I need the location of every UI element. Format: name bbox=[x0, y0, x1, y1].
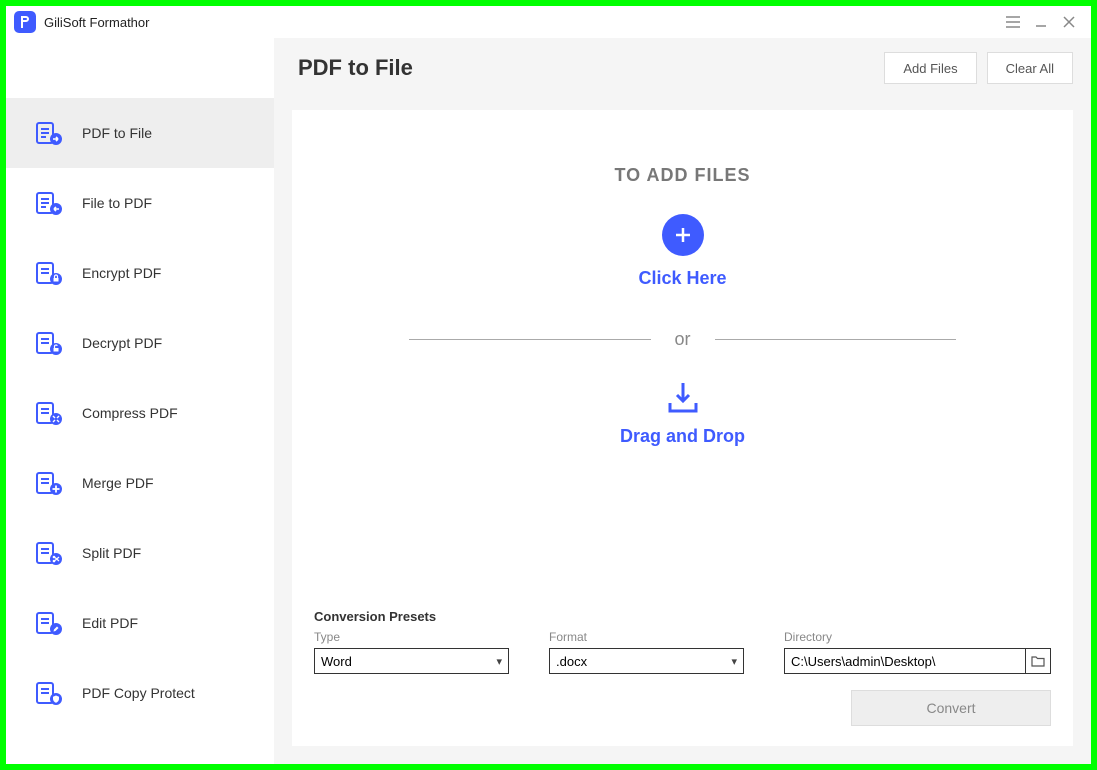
chevron-down-icon: ▾ bbox=[731, 655, 737, 668]
divider-line bbox=[409, 339, 650, 340]
presets-row: Type Word ▾ Format .docx ▾ bbox=[314, 630, 1051, 674]
sidebar-item-label: Compress PDF bbox=[82, 405, 178, 421]
main-header: PDF to File Add Files Clear All bbox=[274, 38, 1091, 98]
menu-icon[interactable] bbox=[999, 8, 1027, 36]
app-body: PDF to File File to PDF bbox=[6, 38, 1091, 764]
sidebar-item-pdf-to-file[interactable]: PDF to File bbox=[6, 98, 274, 168]
encrypt-icon bbox=[36, 259, 64, 287]
content-area: TO ADD FILES Click Here or bbox=[292, 110, 1073, 746]
sidebar-item-split-pdf[interactable]: Split PDF bbox=[6, 518, 274, 588]
directory-column: Directory bbox=[784, 630, 1051, 674]
pdf-to-file-icon bbox=[36, 119, 64, 147]
split-icon bbox=[36, 539, 64, 567]
page-title: PDF to File bbox=[298, 55, 874, 81]
browse-folder-button[interactable] bbox=[1025, 648, 1051, 674]
convert-button[interactable]: Convert bbox=[851, 690, 1051, 726]
edit-icon bbox=[36, 609, 64, 637]
main-panel: PDF to File Add Files Clear All TO ADD F… bbox=[274, 38, 1091, 764]
type-label: Type bbox=[314, 630, 509, 644]
close-icon[interactable] bbox=[1055, 8, 1083, 36]
clear-all-button[interactable]: Clear All bbox=[987, 52, 1073, 84]
decrypt-icon bbox=[36, 329, 64, 357]
divider-line bbox=[715, 339, 956, 340]
format-select[interactable]: .docx ▾ bbox=[549, 648, 744, 674]
drag-drop-label: Drag and Drop bbox=[620, 426, 745, 447]
sidebar-item-merge-pdf[interactable]: Merge PDF bbox=[6, 448, 274, 518]
format-value: .docx bbox=[556, 654, 587, 669]
sidebar-item-label: Edit PDF bbox=[82, 615, 138, 631]
drop-zone[interactable]: TO ADD FILES Click Here or bbox=[292, 110, 1073, 595]
add-files-plus-icon[interactable] bbox=[662, 214, 704, 256]
add-files-button[interactable]: Add Files bbox=[884, 52, 976, 84]
sidebar-item-label: Merge PDF bbox=[82, 475, 154, 491]
sidebar-item-label: File to PDF bbox=[82, 195, 152, 211]
sidebar-item-label: Split PDF bbox=[82, 545, 141, 561]
sidebar-item-label: Decrypt PDF bbox=[82, 335, 162, 351]
directory-input[interactable] bbox=[784, 648, 1025, 674]
title-bar: GiliSoft Formathor bbox=[6, 6, 1091, 38]
type-column: Type Word ▾ bbox=[314, 630, 509, 674]
format-label: Format bbox=[549, 630, 744, 644]
type-select[interactable]: Word ▾ bbox=[314, 648, 509, 674]
sidebar-item-file-to-pdf[interactable]: File to PDF bbox=[6, 168, 274, 238]
presets-title: Conversion Presets bbox=[314, 609, 1051, 624]
or-text: or bbox=[675, 329, 691, 350]
drop-title: TO ADD FILES bbox=[614, 165, 750, 186]
sidebar-item-label: PDF Copy Protect bbox=[82, 685, 195, 701]
sidebar-item-edit-pdf[interactable]: Edit PDF bbox=[6, 588, 274, 658]
sidebar-item-label: PDF to File bbox=[82, 125, 152, 141]
merge-icon bbox=[36, 469, 64, 497]
sidebar: PDF to File File to PDF bbox=[6, 38, 274, 764]
sidebar-item-encrypt-pdf[interactable]: Encrypt PDF bbox=[6, 238, 274, 308]
minimize-icon[interactable] bbox=[1027, 8, 1055, 36]
app-logo-icon bbox=[14, 11, 36, 33]
protect-icon bbox=[36, 679, 64, 707]
convert-row: Convert bbox=[314, 690, 1051, 726]
conversion-presets: Conversion Presets Type Word ▾ Format bbox=[292, 595, 1073, 746]
file-to-pdf-icon bbox=[36, 189, 64, 217]
sidebar-item-label: Encrypt PDF bbox=[82, 265, 161, 281]
app-window: GiliSoft Formathor bbox=[6, 6, 1091, 764]
chevron-down-icon: ▾ bbox=[496, 655, 502, 668]
compress-icon bbox=[36, 399, 64, 427]
sidebar-item-pdf-copy-protect[interactable]: PDF Copy Protect bbox=[6, 658, 274, 728]
sidebar-item-compress-pdf[interactable]: Compress PDF bbox=[6, 378, 274, 448]
format-column: Format .docx ▾ bbox=[549, 630, 744, 674]
type-value: Word bbox=[321, 654, 352, 669]
drag-drop-icon bbox=[664, 380, 702, 416]
app-title: GiliSoft Formathor bbox=[44, 15, 999, 30]
click-here-label[interactable]: Click Here bbox=[638, 268, 726, 289]
sidebar-item-decrypt-pdf[interactable]: Decrypt PDF bbox=[6, 308, 274, 378]
or-divider: or bbox=[409, 329, 956, 350]
directory-label: Directory bbox=[784, 630, 1051, 644]
